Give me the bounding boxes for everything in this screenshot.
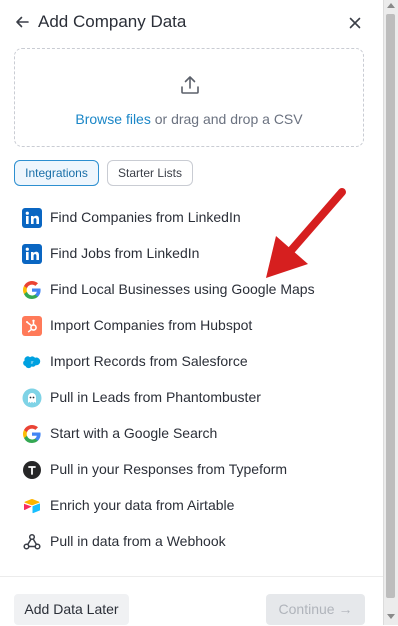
integration-item-linkedin-companies[interactable]: Find Companies from LinkedIn	[14, 202, 364, 232]
linkedin-icon	[22, 208, 42, 228]
dropzone-hint: or drag and drop a CSV	[150, 111, 303, 127]
annotation-arrow-icon	[266, 188, 346, 278]
integration-item-google-maps[interactable]: Find Local Businesses using Google Maps	[14, 274, 364, 304]
vertical-scrollbar[interactable]	[383, 0, 398, 625]
integration-label: Find Jobs from LinkedIn	[50, 245, 200, 261]
integration-item-webhook[interactable]: Pull in data from a Webhook	[14, 526, 364, 556]
integration-item-phantombuster[interactable]: Pull in Leads from Phantombuster	[14, 382, 364, 412]
integration-label: Start with a Google Search	[50, 425, 218, 441]
integration-item-airtable[interactable]: Enrich your data from Airtable	[14, 490, 364, 520]
dropzone-text: Browse files or drag and drop a CSV	[15, 111, 363, 127]
integration-label: Import Companies from Hubspot	[50, 317, 253, 333]
integration-label: Pull in data from a Webhook	[50, 533, 226, 549]
integration-item-typeform[interactable]: Pull in your Responses from Typeform	[14, 454, 364, 484]
scroll-up-arrow-icon[interactable]	[387, 3, 395, 8]
google-icon	[23, 281, 41, 299]
page-title: Add Company Data	[38, 12, 187, 31]
browse-files-link[interactable]: Browse files	[75, 111, 150, 127]
add-company-data-panel: Add Company Data Browse files or drag an…	[0, 0, 383, 625]
csv-dropzone[interactable]: Browse files or drag and drop a CSV	[14, 48, 364, 147]
back-arrow-icon[interactable]	[14, 14, 30, 30]
continue-button[interactable]: Continue →	[266, 594, 365, 625]
integration-label: Pull in your Responses from Typeform	[50, 461, 288, 477]
phantombuster-icon	[22, 388, 42, 408]
tab-starter-lists[interactable]: Starter Lists	[107, 160, 193, 186]
integration-item-hubspot[interactable]: Import Companies from Hubspot	[14, 310, 364, 340]
integration-item-linkedin-jobs[interactable]: Find Jobs from LinkedIn	[14, 238, 364, 268]
integration-label: Import Records from Salesforce	[50, 353, 248, 369]
airtable-icon	[24, 499, 40, 514]
hubspot-icon	[22, 316, 42, 336]
integration-item-google-search[interactable]: Start with a Google Search	[14, 418, 364, 448]
panel-header: Add Company Data	[0, 0, 383, 48]
linkedin-icon	[22, 244, 42, 264]
scroll-down-arrow-icon[interactable]	[387, 614, 395, 619]
integration-label: Enrich your data from Airtable	[50, 497, 235, 513]
add-data-later-button[interactable]: Add Data Later	[14, 594, 129, 625]
close-icon[interactable]	[347, 15, 363, 31]
integration-label: Find Companies from LinkedIn	[50, 209, 241, 225]
integration-label: Find Local Businesses using Google Maps	[50, 281, 315, 297]
integration-item-salesforce[interactable]: sf Import Records from Salesforce	[14, 346, 364, 376]
scroll-thumb[interactable]	[386, 14, 395, 598]
tab-integrations[interactable]: Integrations	[14, 160, 99, 186]
google-icon	[23, 425, 41, 443]
typeform-icon	[23, 461, 41, 479]
upload-icon	[181, 76, 199, 94]
panel-footer: Add Data Later Continue →	[0, 576, 383, 626]
salesforce-icon: sf	[23, 356, 41, 369]
webhook-icon	[23, 533, 41, 550]
continue-label: Continue	[278, 601, 335, 617]
svg-text:sf: sf	[31, 360, 34, 364]
arrow-right-icon: →	[338, 601, 353, 617]
integration-label: Pull in Leads from Phantombuster	[50, 389, 261, 405]
